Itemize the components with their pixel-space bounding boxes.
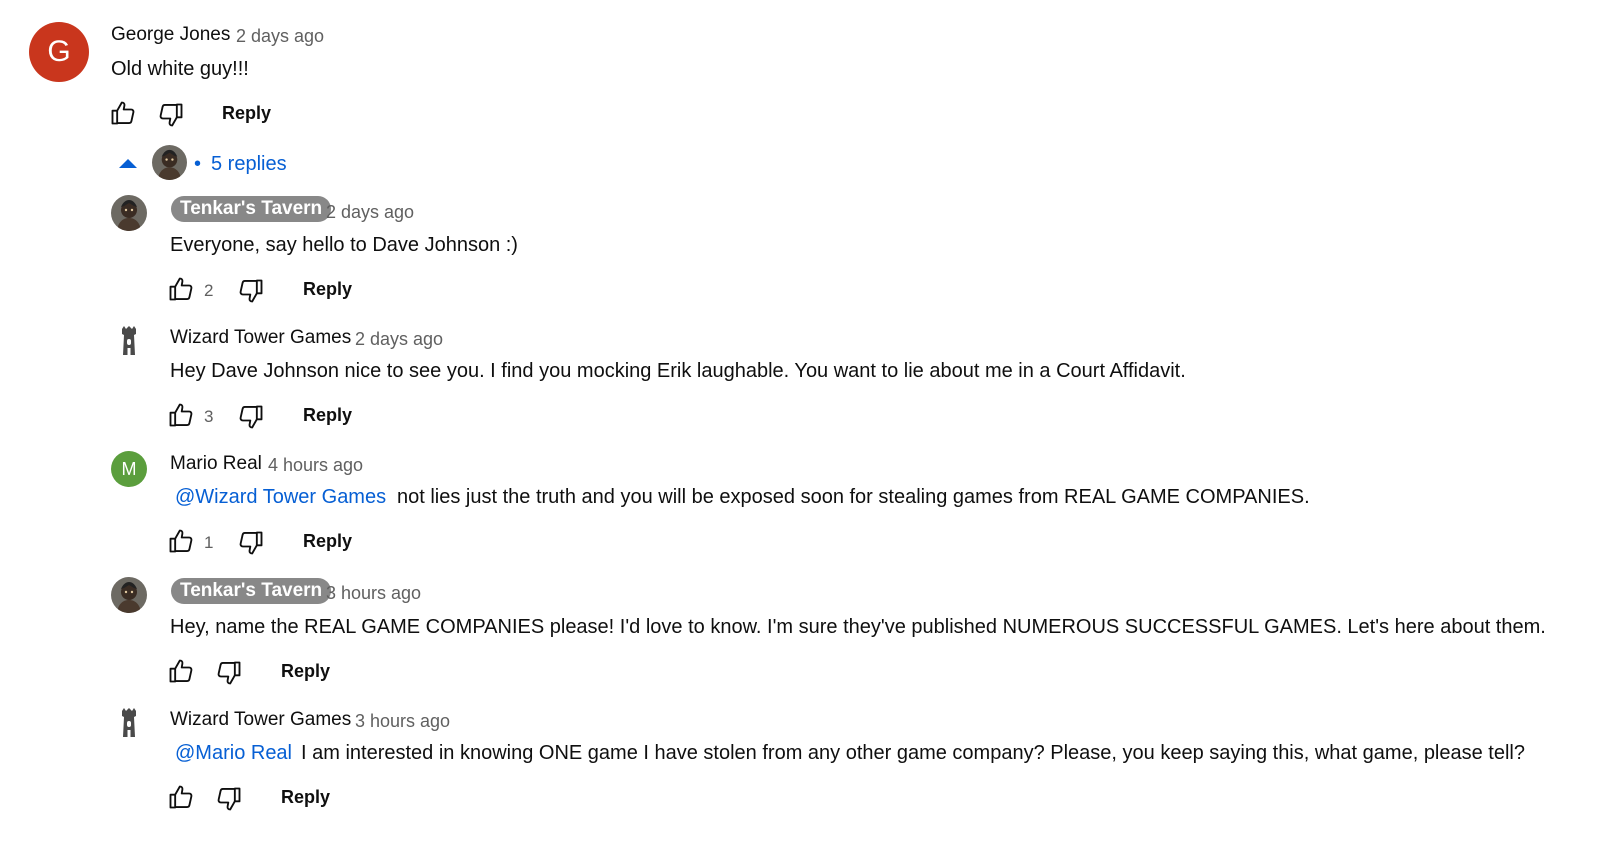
reply-button[interactable]: Reply bbox=[303, 531, 352, 552]
comment-text: I am interested in knowing ONE game I ha… bbox=[301, 742, 1525, 764]
like-button[interactable] bbox=[166, 657, 196, 685]
comment-text: Old white guy!!! bbox=[111, 58, 249, 80]
replies-toggle[interactable]: • 5 replies bbox=[118, 145, 298, 181]
like-button[interactable] bbox=[166, 401, 196, 429]
replier-avatar bbox=[152, 145, 187, 180]
replies-bullet: • bbox=[194, 153, 202, 175]
avatar-letter: G bbox=[47, 35, 71, 68]
dislike-button[interactable] bbox=[236, 403, 266, 431]
comment-author[interactable]: Wizard Tower Games bbox=[170, 709, 351, 731]
thumbs-up-icon bbox=[111, 101, 135, 125]
tower-icon bbox=[122, 708, 136, 737]
thumbs-up-icon bbox=[169, 277, 193, 301]
reply-button[interactable]: Reply bbox=[303, 279, 352, 300]
dislike-button[interactable] bbox=[214, 659, 244, 687]
like-button[interactable] bbox=[108, 99, 138, 127]
avatar-wizard-tower-games[interactable] bbox=[117, 707, 141, 744]
avatar-letter: M bbox=[121, 458, 137, 479]
caret-up-icon bbox=[118, 157, 138, 169]
comment-author[interactable]: George Jones bbox=[111, 24, 230, 46]
avatar-george-jones[interactable]: G bbox=[29, 22, 89, 82]
tower-icon bbox=[122, 326, 136, 355]
like-count: 1 bbox=[204, 533, 214, 552]
reply-button[interactable]: Reply bbox=[281, 787, 330, 808]
thumbs-down-icon bbox=[159, 103, 183, 127]
mention-link[interactable]: @Mario Real bbox=[175, 742, 292, 765]
comment-timestamp[interactable]: 4 hours ago bbox=[268, 455, 363, 476]
comment-timestamp[interactable]: 2 days ago bbox=[326, 202, 414, 223]
comment-timestamp[interactable]: 2 days ago bbox=[236, 26, 324, 47]
like-button[interactable] bbox=[166, 275, 196, 303]
reply-button[interactable]: Reply bbox=[281, 661, 330, 682]
reply-button[interactable]: Reply bbox=[222, 103, 271, 124]
owner-author-chip[interactable]: Tenkar's Tavern bbox=[171, 196, 332, 222]
dislike-button[interactable] bbox=[236, 529, 266, 557]
dislike-button[interactable] bbox=[156, 101, 186, 129]
thumbs-down-icon bbox=[239, 531, 263, 555]
dislike-button[interactable] bbox=[236, 277, 266, 305]
thumbs-up-icon bbox=[169, 403, 193, 427]
avatar-tenkars-tavern[interactable] bbox=[111, 577, 147, 613]
comment-timestamp[interactable]: 2 days ago bbox=[355, 329, 443, 350]
thumbs-up-icon bbox=[169, 529, 193, 553]
reply-button[interactable]: Reply bbox=[303, 405, 352, 426]
replies-count-label[interactable]: 5 replies bbox=[211, 153, 287, 176]
thumbs-up-icon bbox=[169, 659, 193, 683]
thumbs-down-icon bbox=[217, 787, 241, 811]
comment-text: not lies just the truth and you will be … bbox=[397, 486, 1310, 508]
comment-author[interactable]: Wizard Tower Games bbox=[170, 327, 351, 349]
like-count: 2 bbox=[204, 281, 214, 300]
mention-link[interactable]: @Wizard Tower Games bbox=[175, 486, 386, 509]
comment-text: Hey, name the REAL GAME COMPANIES please… bbox=[170, 616, 1546, 638]
avatar-mario-real[interactable]: M bbox=[111, 451, 147, 487]
comment-author[interactable]: Mario Real bbox=[170, 453, 262, 475]
like-button[interactable] bbox=[166, 527, 196, 555]
comment-timestamp[interactable]: 3 hours ago bbox=[326, 583, 421, 604]
like-count: 3 bbox=[204, 407, 214, 426]
comment-text: Everyone, say hello to Dave Johnson :) bbox=[170, 234, 518, 256]
comment-text: Hey Dave Johnson nice to see you. I find… bbox=[170, 360, 1186, 382]
thumbs-down-icon bbox=[217, 661, 241, 685]
like-button[interactable] bbox=[166, 783, 196, 811]
thumbs-down-icon bbox=[239, 405, 263, 429]
comment-timestamp[interactable]: 3 hours ago bbox=[355, 711, 450, 732]
thumbs-down-icon bbox=[239, 279, 263, 303]
avatar-wizard-tower-games[interactable] bbox=[117, 325, 141, 362]
dislike-button[interactable] bbox=[214, 785, 244, 813]
avatar-tenkars-tavern[interactable] bbox=[111, 195, 147, 231]
owner-author-chip[interactable]: Tenkar's Tavern bbox=[171, 578, 332, 604]
thumbs-up-icon bbox=[169, 785, 193, 809]
